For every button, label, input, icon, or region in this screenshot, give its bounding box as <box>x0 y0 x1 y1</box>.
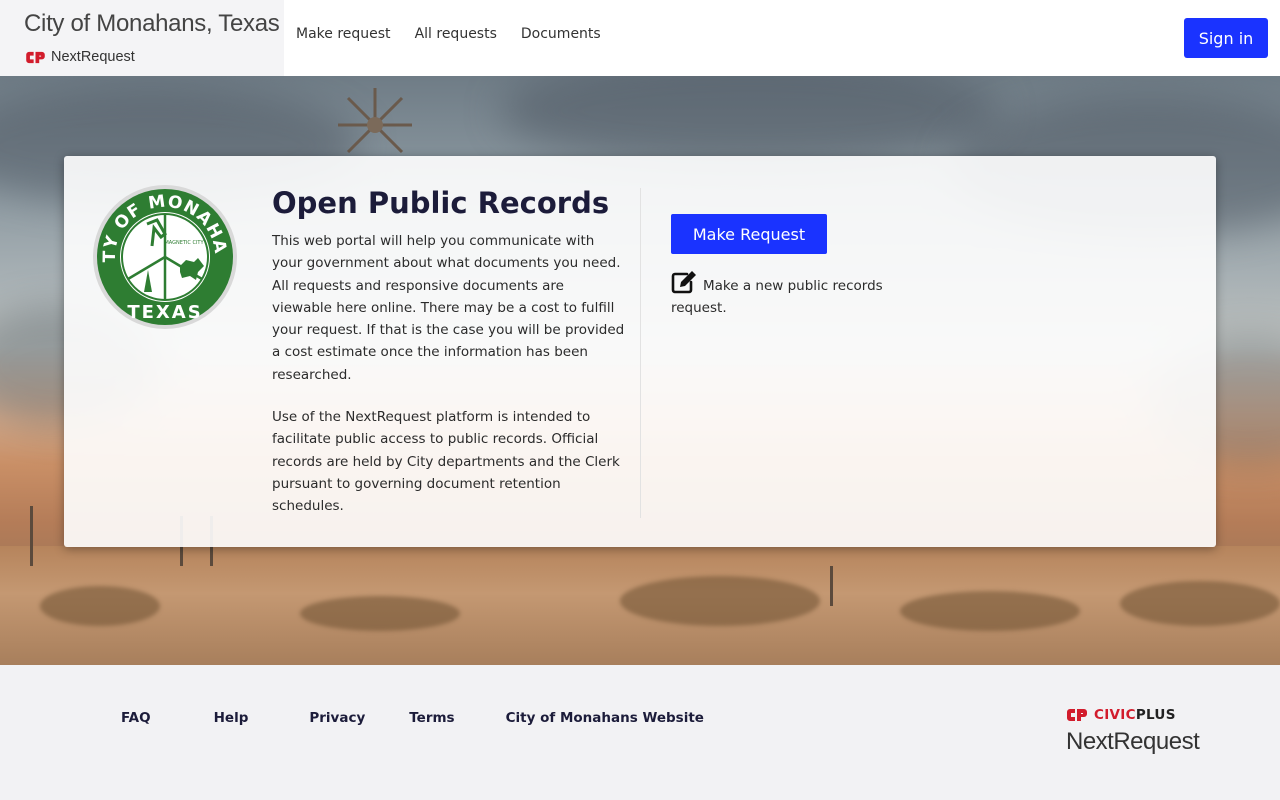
civicplus-text: CIVICPLUS <box>1094 707 1176 723</box>
city-title[interactable]: City of Monahans, Texas <box>24 10 280 38</box>
make-request-desc-text: Make a new public records request. <box>671 278 883 316</box>
intro-text: This web portal will help you communicat… <box>272 230 626 538</box>
fence-post <box>30 506 33 566</box>
brand-block[interactable]: City of Monahans, Texas NextRequest <box>0 0 284 76</box>
civicplus-logo-icon <box>26 51 45 63</box>
footer-link-help[interactable]: Help <box>214 710 249 726</box>
hero-brush <box>620 576 820 626</box>
city-seal-icon: CITY OF MONAHANS TEXAS MAGNETIC CITY <box>92 184 237 329</box>
seal-text-bottom: TEXAS <box>127 302 202 323</box>
nav-all-requests[interactable]: All requests <box>415 26 497 42</box>
seal-text-inner: MAGNETIC CITY <box>164 240 204 246</box>
footer-links: FAQ Help Privacy Terms City of Monahans … <box>121 710 704 726</box>
card-divider <box>640 188 641 518</box>
civicplus-civic: CIVIC <box>1094 707 1136 723</box>
footer: FAQ Help Privacy Terms City of Monahans … <box>0 665 1280 800</box>
footer-link-faq[interactable]: FAQ <box>121 710 151 726</box>
civicplus-logo-icon <box>1067 709 1087 721</box>
nav-documents[interactable]: Documents <box>521 26 601 42</box>
nav-make-request[interactable]: Make request <box>296 26 391 42</box>
page-title: Open Public Records <box>272 186 610 220</box>
hero-brush <box>900 591 1080 631</box>
hero-banner: CITY OF MONAHANS TEXAS MAGNETIC CITY Ope… <box>0 76 1280 665</box>
footer-link-privacy[interactable]: Privacy <box>309 710 365 726</box>
intro-paragraph-2: Use of the NextRequest platform is inten… <box>272 409 620 515</box>
footer-nextrequest-logo[interactable]: NextRequest <box>1066 728 1200 756</box>
header: City of Monahans, Texas NextRequest Make… <box>0 0 1280 76</box>
civicplus-plus: PLUS <box>1135 707 1176 723</box>
brand-text: NextRequest <box>51 49 135 65</box>
footer-link-terms[interactable]: Terms <box>409 710 454 726</box>
nextrequest-brand: NextRequest <box>25 49 135 65</box>
intro-paragraph-1: This web portal will help you communicat… <box>272 233 625 383</box>
civicplus-logo[interactable]: CIVICPLUS <box>1066 707 1176 723</box>
main-nav: Make request All requests Documents <box>296 26 625 42</box>
records-card: CITY OF MONAHANS TEXAS MAGNETIC CITY Ope… <box>64 156 1216 547</box>
fence-post <box>830 566 833 606</box>
hero-brush <box>300 596 460 631</box>
edit-icon <box>671 271 696 294</box>
hero-brush <box>1120 581 1280 626</box>
make-request-button[interactable]: Make Request <box>671 214 827 254</box>
hero-cloud <box>500 76 1000 166</box>
hero-brush <box>40 586 160 626</box>
sign-in-button[interactable]: Sign in <box>1184 18 1268 58</box>
footer-link-city-website[interactable]: City of Monahans Website <box>506 710 704 726</box>
make-request-description: Make a new public records request. <box>671 270 911 319</box>
